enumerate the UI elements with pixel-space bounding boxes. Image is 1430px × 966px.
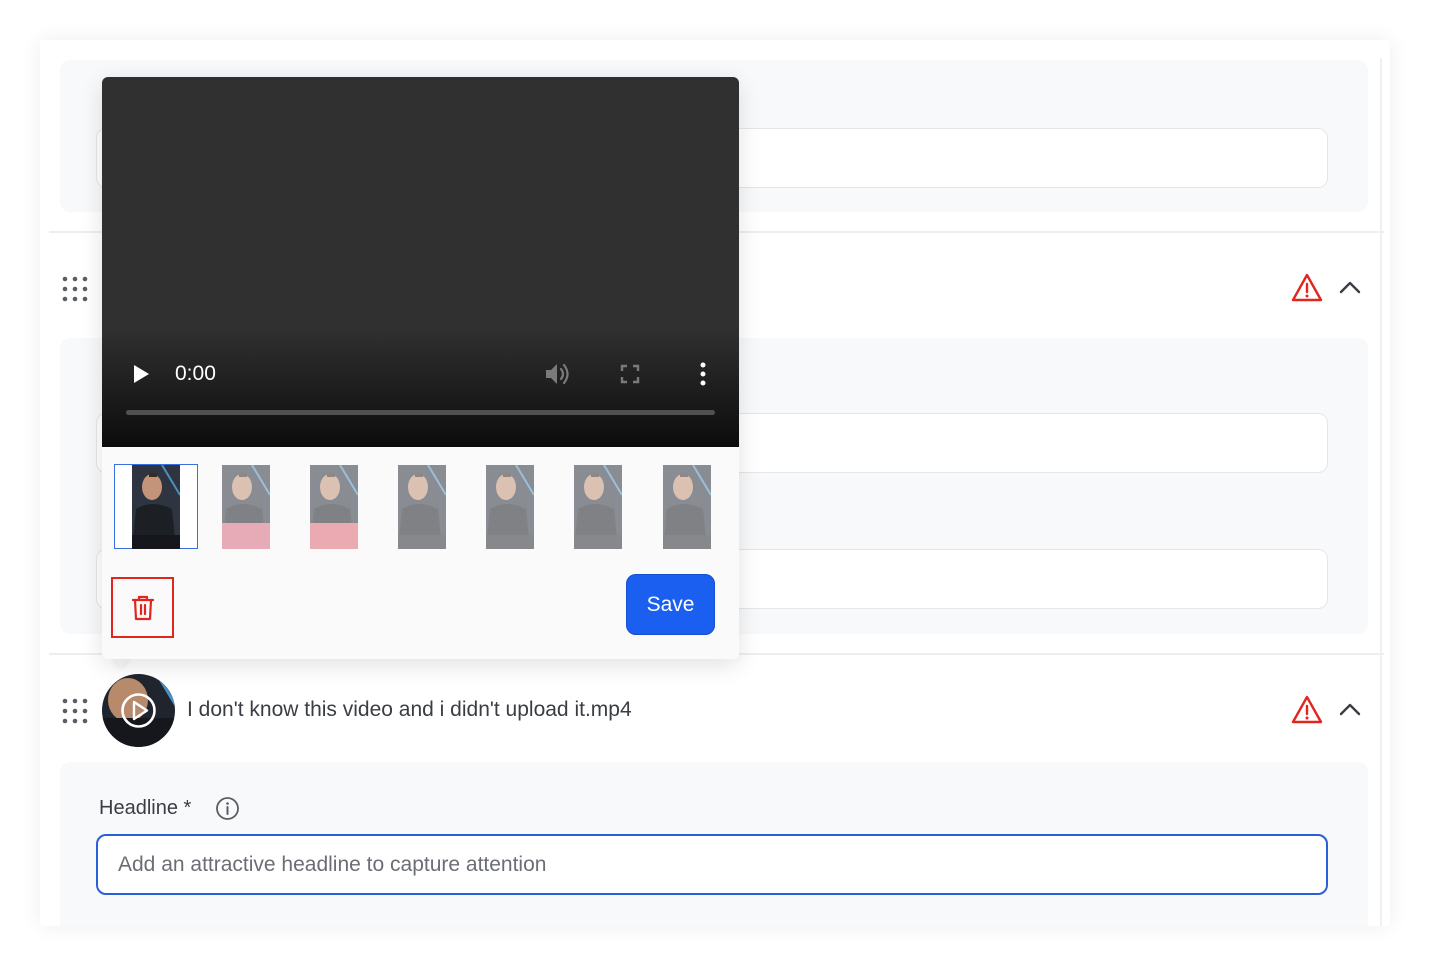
more-vertical-icon[interactable] xyxy=(696,361,710,387)
video-progress-bar[interactable] xyxy=(126,410,715,415)
video-thumbnail-popover: 0:00 Save xyxy=(102,77,739,659)
thumbnail-4[interactable] xyxy=(398,465,446,549)
save-button[interactable]: Save xyxy=(626,574,715,635)
warning-icon xyxy=(1291,695,1323,724)
thumbnail-3[interactable] xyxy=(310,465,358,549)
headline-label: Headline * xyxy=(99,797,191,820)
thumbnail-1[interactable] xyxy=(132,465,180,549)
thumbnail-2[interactable] xyxy=(222,465,270,549)
drag-handle-icon[interactable] xyxy=(62,276,88,302)
headline-input[interactable] xyxy=(98,836,1326,893)
headline-label-text: Headline * xyxy=(99,797,192,819)
info-icon[interactable] xyxy=(215,796,240,821)
headline-field[interactable] xyxy=(96,834,1328,895)
video-avatar[interactable] xyxy=(102,674,175,747)
thumbnail-7[interactable] xyxy=(663,465,711,549)
collapse-chevron-icon[interactable] xyxy=(1334,694,1366,726)
card-scroll-edge xyxy=(1380,58,1382,926)
video-player[interactable]: 0:00 xyxy=(102,77,739,447)
collapse-chevron-icon[interactable] xyxy=(1334,272,1366,304)
video-avatar-image xyxy=(102,674,175,747)
volume-icon[interactable] xyxy=(543,361,571,387)
thumbnail-5[interactable] xyxy=(486,465,534,549)
video-time: 0:00 xyxy=(175,362,216,385)
warning-icon xyxy=(1291,273,1323,302)
video-file-name: I don't know this video and i didn't upl… xyxy=(187,698,632,721)
drag-handle-icon[interactable] xyxy=(62,698,88,724)
thumbnail-6[interactable] xyxy=(574,465,622,549)
fullscreen-icon[interactable] xyxy=(620,364,640,384)
play-icon[interactable] xyxy=(130,363,152,385)
trash-icon xyxy=(131,595,155,621)
delete-button[interactable] xyxy=(111,577,174,638)
